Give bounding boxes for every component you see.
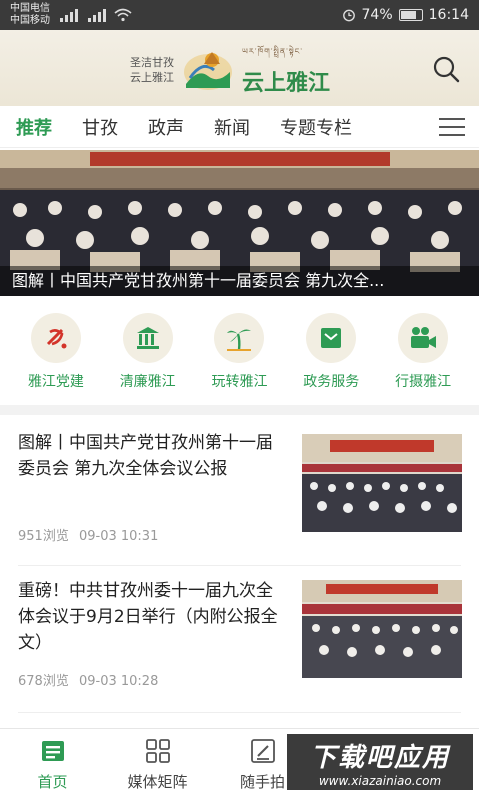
banner-caption: 图解丨中国共产党甘孜州第十一届委员会 第九次全...: [0, 266, 479, 296]
watermark-url: www.xiazainiao.com: [318, 773, 442, 788]
carrier-names: 中国电信 中国移动: [10, 3, 50, 27]
logo-slogan: 圣洁甘孜 云上雅江: [130, 55, 174, 85]
watermark-title: 下载吧应用: [309, 742, 450, 773]
bottom-tab-media-matrix[interactable]: 媒体矩阵: [105, 729, 210, 798]
service-label: 行摄雅江: [395, 374, 452, 390]
tab-politics[interactable]: 政声: [148, 114, 184, 140]
battery-percent: 74%: [361, 7, 393, 23]
search-icon[interactable]: [431, 54, 461, 84]
wifi-icon: [114, 8, 132, 22]
service-government-affairs[interactable]: 政务服务: [291, 305, 371, 400]
category-tabs: 推荐 甘孜 政声 新闻 专题专栏: [0, 106, 479, 148]
service-shortcuts: 雅江党建 清廉雅江 玩转雅江 政务服务 行摄雅江: [0, 305, 479, 400]
temple-icon: [122, 313, 173, 363]
bottom-tab-label: 媒体矩阵: [127, 773, 188, 791]
tab-recommend[interactable]: 推荐: [16, 114, 52, 140]
home-icon: [41, 741, 64, 761]
service-label: 清廉雅江: [119, 374, 176, 390]
news-title: 图解丨中国共产党甘孜州第十一届委员会 第九次全体会议公报: [18, 433, 273, 479]
news-thumbnail: [302, 580, 462, 678]
service-label: 玩转雅江: [211, 374, 268, 390]
tab-ganzi[interactable]: 甘孜: [82, 114, 118, 140]
grid-icon: [145, 739, 170, 763]
news-meta: 951浏览 09-03 10:31: [18, 525, 158, 544]
news-separator: [18, 712, 461, 713]
news-date: 09-03 10:28: [78, 674, 159, 689]
hamburger-menu-icon[interactable]: [439, 118, 465, 138]
news-meta: 678浏览 09-03 10:28: [18, 670, 158, 689]
logo-mountain-icon: [184, 51, 232, 90]
party-emblem-icon: [30, 313, 81, 363]
news-views: 951浏览: [18, 529, 69, 544]
edit-icon: [250, 739, 275, 763]
service-explore[interactable]: 玩转雅江: [199, 305, 279, 400]
logo-title: 云上雅江: [242, 70, 331, 96]
video-camera-icon: [398, 313, 449, 363]
app-logo: 圣洁甘孜 云上雅江 ཡར་ཁོག་སྤྲིན་སྟེང་ 云上雅江: [130, 42, 330, 97]
app-header: 圣洁甘孜 云上雅江 ཡར་ཁོག་སྤྲིན་སྟེང་ 云上雅江: [0, 30, 479, 106]
status-bar: 中国电信 中国移动 74% 16:14: [0, 0, 479, 30]
slogan-line-2: 云上雅江: [130, 70, 174, 84]
service-party-building[interactable]: 雅江党建: [16, 305, 96, 400]
watermark: 下载吧应用 www.xiazainiao.com: [285, 732, 475, 792]
service-photography[interactable]: 行摄雅江: [383, 305, 463, 400]
clock: 16:14: [428, 7, 469, 23]
tab-news[interactable]: 新闻: [214, 114, 250, 140]
section-divider: [0, 405, 479, 415]
carrier-2: 中国移动: [10, 15, 50, 26]
signal-icon-2: [88, 8, 106, 22]
news-date: 09-03 10:31: [78, 529, 159, 544]
news-views: 678浏览: [18, 674, 69, 689]
service-clean-government[interactable]: 清廉雅江: [108, 305, 188, 400]
slogan-line-1: 圣洁甘孜: [130, 55, 174, 69]
bottom-tab-home[interactable]: 首页: [0, 729, 105, 798]
bottom-tab-label: 首页: [37, 773, 68, 791]
service-label: 政务服务: [303, 374, 360, 390]
news-thumbnail: [302, 434, 462, 532]
news-title: 重磅！中共甘孜州委十一届九次全体会议于9月2日举行（内附公报全文）: [18, 581, 278, 653]
carrier-1: 中国电信: [10, 3, 50, 14]
inbox-icon: [306, 313, 357, 363]
bottom-tab-label: 随手拍: [239, 773, 285, 791]
featured-banner[interactable]: 图解丨中国共产党甘孜州第十一届委员会 第九次全...: [0, 150, 479, 296]
signal-icon: [60, 8, 78, 22]
logo-tibetan-text: ཡར་ཁོག་སྤྲིན་སྟེང་: [242, 47, 304, 56]
palm-tree-icon: [214, 313, 265, 363]
news-item[interactable]: 图解丨中国共产党甘孜州第十一届委员会 第九次全体会议公报 951浏览 09-03…: [0, 430, 479, 580]
news-separator: [18, 565, 461, 566]
battery-icon: [398, 9, 423, 21]
alarm-icon: [342, 9, 355, 22]
news-item[interactable]: 重磅！中共甘孜州委十一届九次全体会议于9月2日举行（内附公报全文） 678浏览 …: [0, 578, 479, 728]
tab-special-topics[interactable]: 专题专栏: [280, 114, 352, 140]
service-label: 雅江党建: [27, 374, 84, 390]
